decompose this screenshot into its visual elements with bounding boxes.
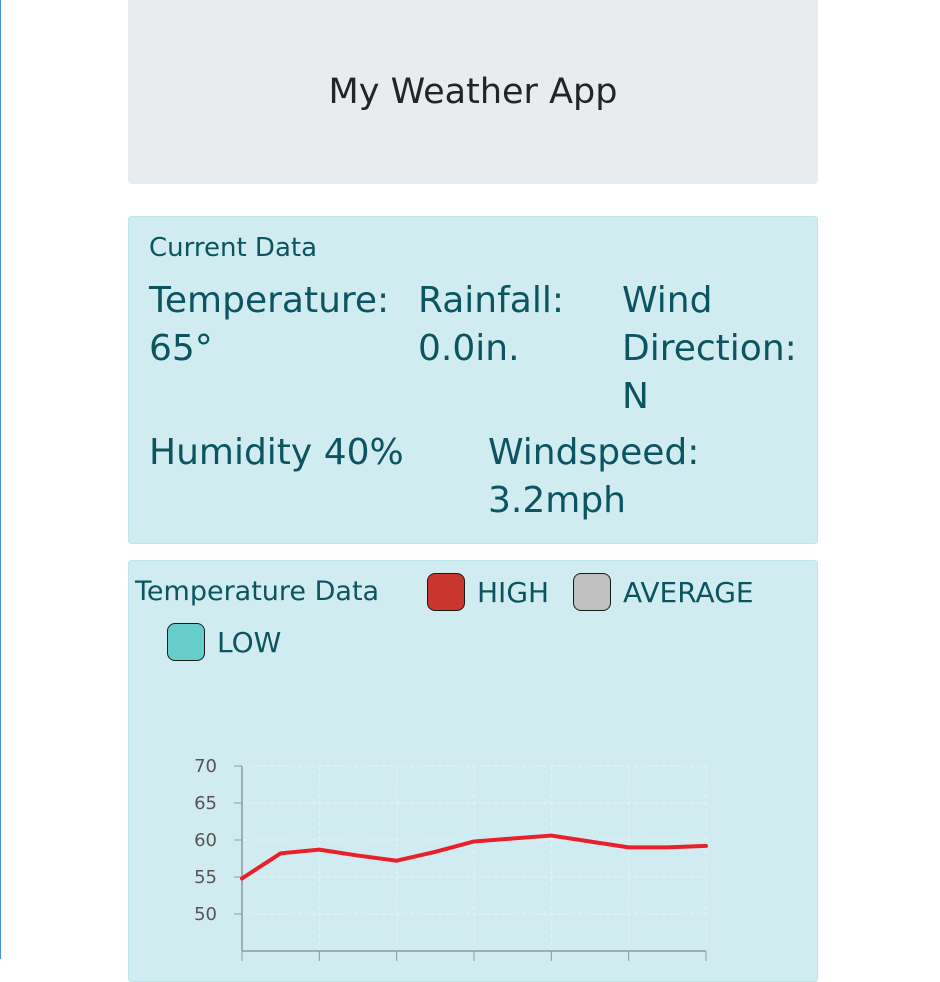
windspeed-stat: Windspeed: 3.2mph: [488, 429, 699, 525]
app-title: My Weather App: [328, 72, 618, 112]
wind-direction-value: N: [622, 376, 649, 417]
y-tick-label: 60: [194, 830, 217, 851]
wind-direction-stat: Wind Direction: N: [622, 277, 797, 421]
current-data-panel: Current Data Temperature: 65° Rainfall: …: [128, 216, 818, 544]
windspeed-value: 3.2mph: [488, 480, 626, 521]
current-data-title: Current Data: [149, 233, 317, 263]
temperature-data-panel: Temperature Data HIGH AVERAGE LOW 50 55 60…: [128, 560, 818, 982]
humidity-value: 40%: [323, 432, 404, 473]
windspeed-label: Windspeed:: [488, 432, 700, 473]
rainfall-label: Rainfall:: [418, 280, 564, 321]
y-tick-label: 55: [194, 867, 217, 888]
temperature-stat: Temperature: 65°: [149, 277, 389, 373]
rainfall-value: 0.0in.: [418, 328, 520, 369]
rainfall-stat: Rainfall: 0.0in.: [418, 277, 564, 373]
temperature-value: 65°: [149, 328, 213, 369]
wind-direction-label-line1: Wind: [622, 280, 713, 321]
temperature-line-chart: 50 55 60 65 70: [194, 756, 708, 961]
temperature-label: Temperature:: [149, 280, 390, 321]
y-tick-label: 65: [194, 793, 217, 814]
humidity-label: Humidity: [149, 432, 313, 473]
y-tick-label: 70: [194, 756, 217, 777]
humidity-stat: Humidity 40%: [149, 429, 404, 477]
wind-direction-label-line2: Direction:: [622, 328, 797, 369]
y-tick-label: 50: [194, 904, 217, 925]
app-header: My Weather App: [128, 0, 818, 184]
